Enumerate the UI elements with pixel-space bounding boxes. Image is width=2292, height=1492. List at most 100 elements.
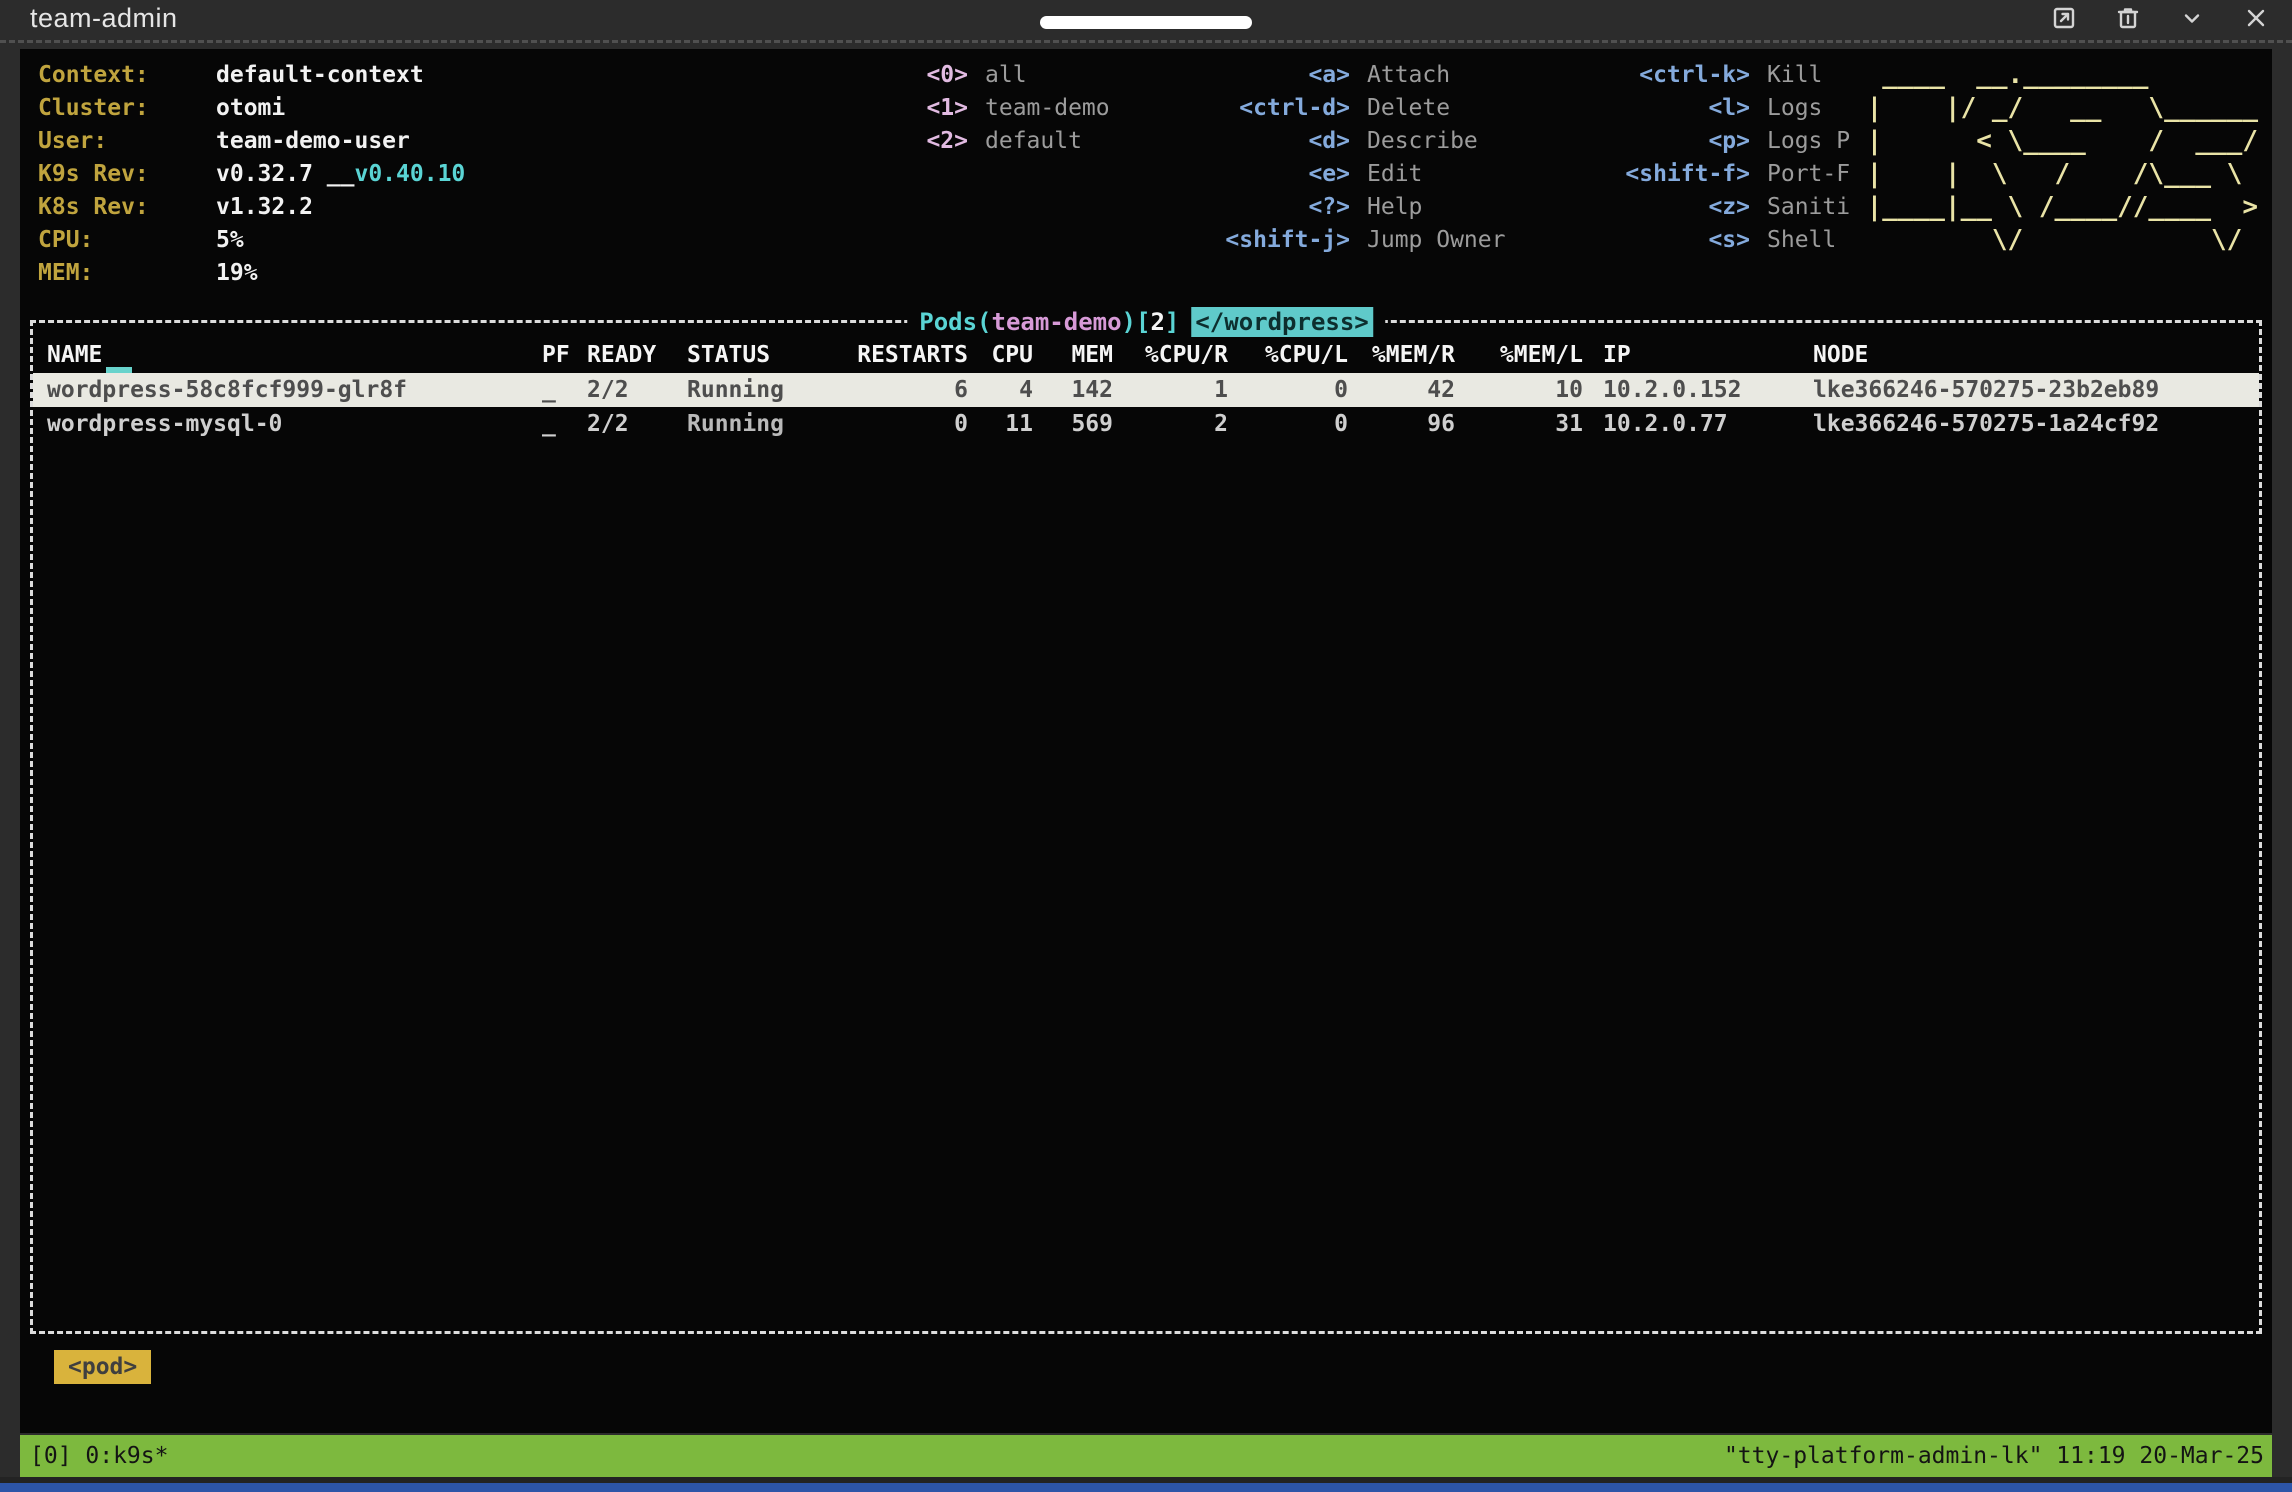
open-in-new-icon[interactable] — [2050, 4, 2078, 32]
cluster-label: Cluster: — [38, 92, 216, 125]
hotkey-action: Logs P — [1767, 128, 1850, 154]
hotkey-sanitize: <z>Saniti — [1506, 191, 1861, 224]
pod-status: Running — [683, 407, 838, 441]
hotkey-edit: <e> Edit — [1114, 158, 1506, 191]
pod-pf: _ — [538, 407, 583, 441]
namespace-name: default — [985, 128, 1082, 154]
namespace-shortcut-team-demo: <1>team-demo — [608, 92, 1114, 125]
pod-node: lke366246-570275-1a24cf92 — [1793, 407, 2259, 441]
mem-label: MEM: — [38, 257, 216, 290]
column-header-ready[interactable]: READY — [583, 337, 683, 373]
trash-icon[interactable] — [2114, 4, 2142, 32]
pod-ready: 2/2 — [583, 373, 683, 407]
pod-restarts: 0 — [838, 407, 968, 441]
k9s-ascii-logo: ____ __.________ | |/ _/ __ \______ | < … — [1867, 59, 2260, 290]
hotkey-attach: <a> Attach — [1114, 59, 1506, 92]
pod-cpu: 4 — [968, 373, 1033, 407]
column-header-pf[interactable]: PF — [538, 337, 583, 373]
context-value: default-context — [216, 62, 424, 88]
pod-mem-l: 10 — [1455, 373, 1583, 407]
pod-mem-l: 31 — [1455, 407, 1583, 441]
filter-cursor — [106, 367, 132, 373]
namespace-key: <0> — [608, 59, 968, 92]
namespace-name: all — [985, 62, 1027, 88]
hotkey-key: <shift-j> — [1114, 224, 1350, 257]
column-header-cpu-r[interactable]: %CPU/R — [1113, 337, 1228, 373]
column-header-status[interactable]: STATUS — [683, 337, 838, 373]
hotkeys-column-2: <ctrl-k>Kill <l> Logs <p>Logs P <shift-f>… — [1506, 59, 1861, 290]
user-label: User: — [38, 125, 216, 158]
k9s-rev-label: K9s Rev: — [38, 158, 216, 191]
cluster-info-panel: Context:default-context Cluster:otomi Us… — [38, 59, 608, 290]
column-header-ip[interactable]: IP — [1583, 337, 1793, 373]
column-header-cpu[interactable]: CPU — [968, 337, 1033, 373]
window-controls — [2050, 4, 2270, 32]
titlebar-separator — [0, 36, 2292, 49]
pod-cpu-l: 0 — [1228, 373, 1348, 407]
table-row[interactable]: wordpress-mysql-0 _ 2/2 Running 0 11 569… — [33, 407, 2259, 441]
column-header-node[interactable]: NODE — [1793, 337, 2259, 373]
chevron-down-icon[interactable] — [2178, 4, 2206, 32]
hotkey-help: <?> Help — [1114, 191, 1506, 224]
k9s-rev-latest: v0.40.10 — [354, 161, 465, 187]
namespace-shortcuts: <0> all <1>team-demo <2>default — [608, 59, 1114, 290]
window-titlebar: team-admin — [0, 0, 2292, 36]
pod-ip: 10.2.0.77 — [1583, 407, 1793, 441]
k8s-rev-label: K8s Rev: — [38, 191, 216, 224]
pod-name: wordpress-58c8fcf999-glr8f — [33, 373, 538, 407]
pod-mem: 142 — [1033, 373, 1113, 407]
hotkey-action: Describe — [1367, 128, 1478, 154]
pod-cpu-r: 1 — [1113, 373, 1228, 407]
column-header-restarts[interactable]: RESTARTS — [838, 337, 968, 373]
pod-mem-r: 42 — [1348, 373, 1455, 407]
breadcrumb: <pod> — [20, 1334, 2272, 1384]
hotkey-action: Edit — [1367, 161, 1422, 187]
k9s-terminal[interactable]: Context:default-context Cluster:otomi Us… — [20, 49, 2272, 1433]
hotkey-key: <a> — [1114, 59, 1350, 92]
hotkey-logs: <l> Logs — [1506, 92, 1861, 125]
close-icon[interactable] — [2242, 4, 2270, 32]
pod-mem: 569 — [1033, 407, 1113, 441]
hotkey-key: <ctrl-k> — [1506, 59, 1750, 92]
pod-cpu-l: 0 — [1228, 407, 1348, 441]
tmux-session-window: [0] 0:k9s* — [30, 1443, 168, 1469]
column-header-mem[interactable]: MEM — [1033, 337, 1113, 373]
hotkeys-column-1: <a>Attach <ctrl-d>Delete <d>Describe <e>… — [1114, 59, 1506, 290]
hotkey-key: <e> — [1114, 158, 1350, 191]
hotkey-action: Jump Owner — [1367, 227, 1505, 253]
bottom-accent-strip — [0, 1483, 2292, 1492]
k8s-rev-value: v1.32.2 — [216, 194, 313, 220]
k9s-header: Context:default-context Cluster:otomi Us… — [20, 49, 2272, 290]
hotkey-kill: <ctrl-k>Kill — [1506, 59, 1861, 92]
hotkey-port-forward: <shift-f> Port-F — [1506, 158, 1861, 191]
resource-name: Pods — [919, 308, 977, 336]
hotkey-logs-previous: <p>Logs P — [1506, 125, 1861, 158]
user-value: team-demo-user — [216, 128, 410, 154]
terminal-frame: Context:default-context Cluster:otomi Us… — [0, 49, 2292, 1483]
hotkey-action: Port-F — [1767, 161, 1850, 187]
namespace-name: team-demo — [985, 95, 1110, 121]
column-header-mem-r[interactable]: %MEM/R — [1348, 337, 1455, 373]
column-header-name[interactable]: NAME — [47, 342, 102, 368]
column-header-mem-l[interactable]: %MEM/L — [1455, 337, 1583, 373]
cpu-label: CPU: — [38, 224, 216, 257]
mem-value: 19% — [216, 260, 258, 286]
pod-restarts: 6 — [838, 373, 968, 407]
hotkey-key: <?> — [1114, 191, 1350, 224]
drag-handle[interactable] — [1040, 16, 1252, 29]
namespace-shortcut-default: <2>default — [608, 125, 1114, 158]
hotkey-jump-owner: <shift-j> Jump Owner — [1114, 224, 1506, 257]
pods-table-title: Pods(team-demo)[2]</wordpress> — [907, 302, 1385, 342]
hotkey-action: Delete — [1367, 95, 1450, 121]
hotkey-action: Attach — [1367, 62, 1450, 88]
hotkey-action: Help — [1367, 194, 1422, 220]
hotkey-key: <shift-f> — [1506, 158, 1750, 191]
table-row-selected[interactable]: wordpress-58c8fcf999-glr8f _ 2/2 Running… — [33, 373, 2259, 407]
pod-cpu-r: 2 — [1113, 407, 1228, 441]
column-header-cpu-l[interactable]: %CPU/L — [1228, 337, 1348, 373]
hotkey-key: <l> — [1506, 92, 1750, 125]
terminal-window: team-admin Context:default-context — [0, 0, 2292, 1492]
hotkey-action: Logs — [1767, 95, 1822, 121]
k9s-rev-value: v0.32.7 __ — [216, 161, 354, 187]
context-label: Context: — [38, 59, 216, 92]
